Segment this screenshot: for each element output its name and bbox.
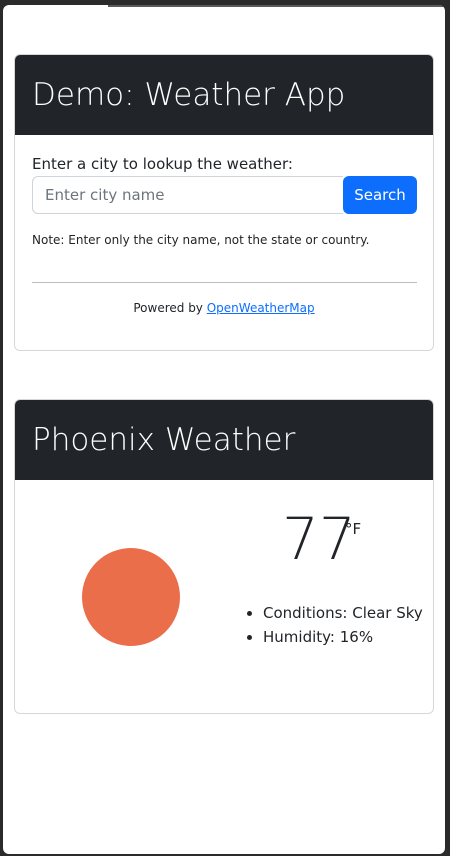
search-button[interactable]: Search	[343, 176, 417, 214]
lookup-card: Demo: Weather App Enter a city to lookup…	[14, 54, 434, 351]
city-input[interactable]	[32, 176, 343, 214]
weather-card: Phoenix Weather 77 °F Conditions: Clear …	[14, 399, 434, 714]
divider	[32, 282, 417, 283]
humidity-item: Humidity: 16%	[263, 625, 423, 649]
search-row: Search	[32, 176, 417, 214]
powered-by-prefix: Powered by	[133, 301, 207, 315]
window-edge	[108, 5, 445, 7]
conditions-item: Conditions: Clear Sky	[263, 601, 423, 625]
openweathermap-link[interactable]: OpenWeatherMap	[207, 301, 315, 315]
temperature-value: 77	[282, 505, 356, 573]
lookup-card-header: Demo: Weather App	[15, 55, 433, 135]
page-title: Demo: Weather App	[32, 77, 346, 113]
weather-card-header: Phoenix Weather	[15, 400, 433, 480]
city-label: Enter a city to lookup the weather:	[32, 155, 293, 173]
sun-icon	[82, 548, 180, 646]
weather-details: Conditions: Clear Sky Humidity: 16%	[245, 601, 423, 649]
powered-by: Powered by OpenWeatherMap	[15, 301, 433, 315]
weather-title: Phoenix Weather	[32, 422, 296, 458]
browser-viewport: Demo: Weather App Enter a city to lookup…	[3, 5, 445, 854]
city-note: Note: Enter only the city name, not the …	[32, 233, 370, 247]
temperature-unit: °F	[345, 520, 362, 538]
